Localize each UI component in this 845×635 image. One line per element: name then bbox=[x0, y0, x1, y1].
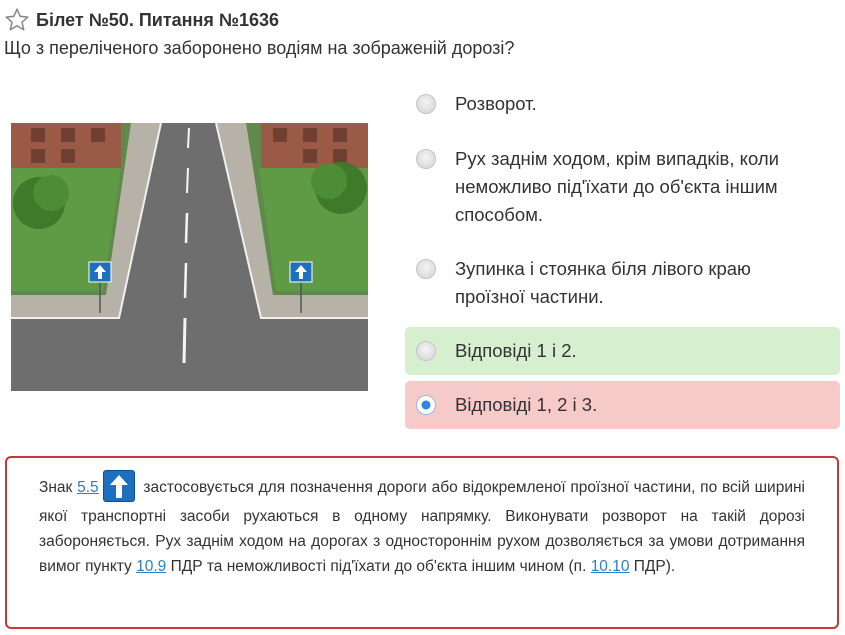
road-scene-image bbox=[11, 123, 368, 391]
radio-button[interactable] bbox=[416, 94, 436, 114]
explanation-text: Знак bbox=[39, 479, 78, 497]
answer-label: Розворот. bbox=[455, 93, 537, 114]
answer-label: Зупинка і стоянка біля лівого краю проїз… bbox=[455, 258, 751, 307]
radio-button[interactable] bbox=[416, 259, 436, 279]
question-header: Білет №50. Питання №1636 bbox=[4, 6, 279, 34]
star-outline-icon[interactable] bbox=[4, 7, 30, 33]
answer-label: Відповіді 1 і 2. bbox=[455, 340, 577, 361]
answer-option-5-selected-wrong[interactable]: Відповіді 1, 2 і 3. bbox=[405, 381, 840, 429]
answer-label: Відповіді 1, 2 і 3. bbox=[455, 394, 598, 415]
explanation-text: ПДР). bbox=[629, 558, 676, 575]
radio-button[interactable] bbox=[416, 149, 436, 169]
explanation-text: ПДР та неможливості під'їхати до об'єкта… bbox=[166, 558, 591, 575]
ticket-title: Білет №50. Питання №1636 bbox=[36, 9, 279, 30]
rule-link-10-9[interactable]: 10.9 bbox=[136, 558, 166, 575]
rule-link-5-5[interactable]: 5.5 bbox=[77, 479, 99, 496]
answer-option-1[interactable]: Розворот. bbox=[405, 90, 840, 118]
answer-option-4-correct[interactable]: Відповіді 1 і 2. bbox=[405, 327, 840, 375]
radio-button-selected[interactable] bbox=[416, 395, 436, 415]
answer-option-3[interactable]: Зупинка і стоянка біля лівого краю проїз… bbox=[405, 255, 840, 311]
rule-link-10-10[interactable]: 10.10 bbox=[591, 558, 630, 575]
question-text: Що з переліченого заборонено водіям на з… bbox=[4, 38, 515, 58]
answer-label: Рух заднім ходом, крім випадків, коли не… bbox=[455, 148, 779, 225]
radio-button[interactable] bbox=[416, 341, 436, 361]
answer-option-2[interactable]: Рух заднім ходом, крім випадків, коли не… bbox=[405, 145, 840, 229]
explanation-box: Знак 5.5 застосовується для позначення д… bbox=[5, 456, 839, 629]
one-way-road-sign-icon bbox=[102, 470, 135, 502]
